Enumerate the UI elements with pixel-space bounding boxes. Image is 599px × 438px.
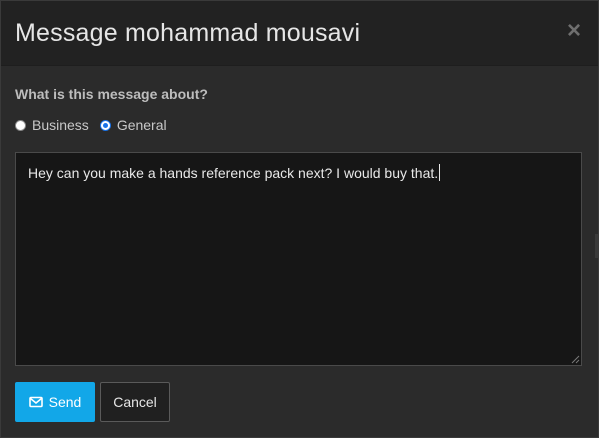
dialog-header: Message mohammad mousavi × — [1, 1, 598, 66]
page-scrollbar[interactable] — [595, 234, 599, 258]
send-button[interactable]: Send — [15, 382, 95, 422]
radio-general-label[interactable]: General — [117, 117, 167, 133]
message-dialog: Message mohammad mousavi × What is this … — [0, 0, 599, 438]
message-text[interactable]: Hey can you make a hands reference pack … — [28, 164, 441, 182]
radio-business[interactable] — [15, 119, 26, 131]
cancel-button[interactable]: Cancel — [100, 382, 170, 422]
resize-grip-icon[interactable] — [571, 355, 580, 364]
message-textarea[interactable]: Hey can you make a hands reference pack … — [15, 152, 582, 366]
topic-question-label: What is this message about? — [15, 86, 208, 102]
text-caret — [439, 164, 441, 181]
envelope-icon — [28, 396, 43, 408]
send-button-label: Send — [48, 394, 82, 410]
radio-business-label[interactable]: Business — [32, 117, 89, 133]
close-icon[interactable]: × — [564, 19, 584, 43]
radio-general[interactable] — [99, 119, 111, 131]
dialog-title: Message mohammad mousavi — [15, 19, 361, 47]
message-value: Hey can you make a hands reference pack … — [28, 165, 439, 181]
cancel-button-label: Cancel — [113, 394, 157, 410]
topic-radio-group: Business General — [15, 116, 178, 134]
